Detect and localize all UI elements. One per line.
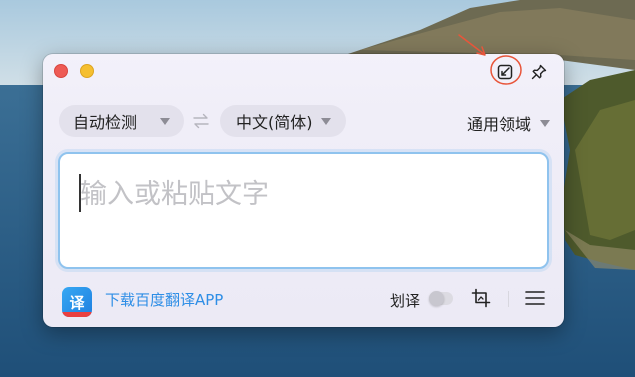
hamburger-menu-icon	[525, 291, 545, 305]
shrink-window-icon	[497, 64, 513, 80]
pin-window-button[interactable]	[529, 62, 549, 82]
source-language-select[interactable]: 自动检测	[59, 105, 184, 137]
word-translation-toggle[interactable]	[429, 291, 453, 306]
pin-icon	[531, 64, 547, 80]
swap-arrows-icon	[193, 113, 209, 129]
source-text-area	[58, 152, 549, 269]
close-window-button[interactable]	[54, 64, 68, 78]
menu-button[interactable]	[525, 288, 545, 308]
baidu-translate-app-icon[interactable]: 译	[62, 287, 92, 317]
target-language-label: 中文(简体)	[236, 113, 313, 132]
word-translation-label: 划译	[390, 292, 421, 310]
app-icon-stripe	[62, 312, 92, 317]
app-icon-glyph: 译	[69, 293, 85, 312]
swap-languages-button[interactable]	[192, 112, 210, 130]
source-text-input[interactable]	[80, 172, 530, 232]
footer-divider	[508, 291, 509, 307]
domain-label: 通用领域	[466, 115, 531, 134]
download-app-link[interactable]: 下载百度翻译APP	[105, 289, 223, 310]
screenshot-translate-icon	[471, 288, 491, 308]
mini-mode-button[interactable]	[495, 62, 515, 82]
minimize-window-button[interactable]	[80, 64, 94, 78]
chevron-down-icon	[160, 118, 170, 125]
screenshot-translate-button[interactable]	[470, 287, 492, 309]
toggle-knob	[429, 291, 444, 306]
target-language-select[interactable]: 中文(简体)	[220, 105, 346, 137]
chevron-down-icon	[540, 119, 550, 127]
translator-window: 自动检测 中文(简体) 通用领域 译 下载百度翻译APP 划译	[43, 54, 564, 327]
domain-select[interactable]: 通用领域	[467, 111, 550, 135]
chevron-down-icon	[321, 118, 331, 125]
source-language-label: 自动检测	[73, 113, 138, 132]
